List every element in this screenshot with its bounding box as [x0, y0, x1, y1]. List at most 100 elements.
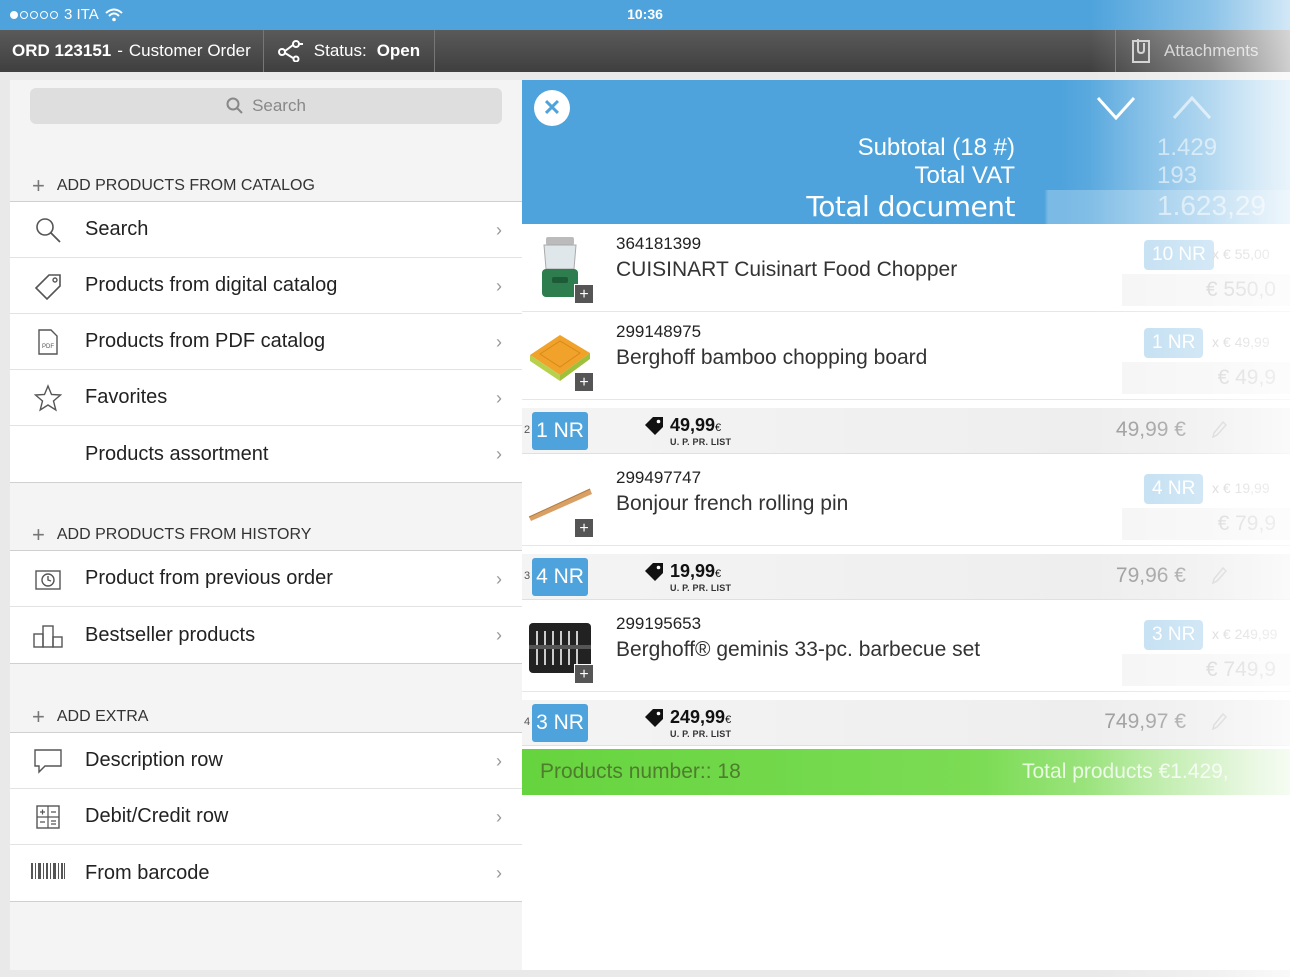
product-detail-row[interactable]: 4 3 NR 249,99€ U. P. PR. LIST 749,97 € — [522, 700, 1290, 746]
status-button[interactable]: Status: Open — [264, 30, 436, 72]
menu-item-debit-credit-row[interactable]: Debit/Credit row › — [10, 789, 522, 845]
menu-item-label: Search — [85, 218, 149, 240]
menu-item-from-barcode[interactable]: From barcode › — [10, 845, 522, 901]
menu-item-favorites[interactable]: Favorites › — [10, 370, 522, 426]
edit-icon[interactable] — [1211, 712, 1228, 735]
product-row[interactable]: + 299148975 Berghoff bamboo chopping boa… — [522, 312, 1290, 400]
unit-price-value: 19,99 — [670, 561, 716, 581]
history-menu: Product from previous order › Bestseller… — [10, 551, 522, 664]
add-icon[interactable]: + — [574, 372, 594, 392]
chevron-down-icon[interactable] — [1096, 94, 1136, 122]
chevron-right-icon: › — [496, 332, 502, 352]
product-name: Bonjour french rolling pin — [616, 492, 849, 515]
attachments-button[interactable]: Attachments — [1115, 30, 1290, 72]
order-separator: - — [117, 41, 123, 60]
product-name: Berghoff® geminis 33-pc. barbecue set — [616, 638, 981, 661]
menu-item-label: Products assortment — [85, 442, 269, 465]
line-total: 79,96 € — [1115, 564, 1186, 587]
menu-item-description-row[interactable]: Description row › — [10, 733, 522, 789]
currency: € — [715, 422, 722, 434]
add-icon[interactable]: + — [574, 664, 594, 684]
menu-item-bestseller[interactable]: Bestseller products › — [10, 607, 522, 663]
chevron-right-icon: › — [496, 863, 502, 883]
plus-icon: + — [32, 172, 45, 198]
price-list-note: U. P. PR. LIST — [670, 437, 732, 447]
total-label: Total document — [806, 190, 1015, 223]
price-list-note: U. P. PR. LIST — [670, 583, 732, 593]
add-icon[interactable]: + — [574, 284, 594, 304]
price-list-note: U. P. PR. LIST — [670, 729, 732, 739]
search-icon — [10, 216, 85, 244]
close-button[interactable]: ✕ — [534, 90, 570, 126]
menu-item-label: Favorites — [85, 386, 168, 408]
unit-price: 19,99€ U. P. PR. LIST — [644, 562, 731, 593]
chevron-right-icon: › — [496, 444, 502, 464]
chevron-right-icon: › — [496, 751, 502, 771]
menu-item-label: Product from previous order — [85, 567, 333, 589]
close-icon: ✕ — [542, 95, 562, 120]
product-name: CUISINART Cuisinart Food Chopper — [616, 258, 958, 281]
product-name: Berghoff bamboo chopping board — [616, 346, 928, 369]
calculator-icon — [10, 804, 85, 830]
unit-price-value: 49,99 — [670, 415, 716, 435]
subtotal-label: Subtotal (18 #) — [857, 134, 1015, 161]
chevron-right-icon: › — [496, 220, 502, 240]
quantity-button[interactable]: 3 NR — [532, 704, 588, 742]
subtotal-value: 1.429 — [1157, 134, 1218, 161]
edit-icon[interactable] — [1211, 566, 1228, 589]
quantity-badge: 1 NR — [1144, 328, 1204, 358]
extra-menu: Description row › Debit/Credit row › Fro… — [10, 733, 522, 902]
total-value: 1.623,29 — [1157, 190, 1266, 221]
product-detail-row[interactable]: 3 4 NR 19,99€ U. P. PR. LIST 79,96 € — [522, 554, 1290, 600]
star-icon — [10, 383, 85, 412]
search-input[interactable]: Search — [30, 88, 502, 124]
line-price: € 550,0 — [1205, 278, 1276, 301]
order-title-bar: ORD 123151 - Customer Order Status: Open… — [0, 30, 1290, 72]
product-code: 299497747 — [616, 468, 702, 487]
chevron-up-icon[interactable] — [1172, 94, 1212, 122]
menu-item-digital-catalog[interactable]: Products from digital catalog › — [10, 258, 522, 314]
product-detail-row[interactable]: 2 1 NR 49,99€ U. P. PR. LIST 49,99 € — [522, 408, 1290, 454]
quantity-button[interactable]: 1 NR — [532, 412, 588, 450]
products-number: Products number:: 18 — [540, 760, 741, 783]
product-code: 299195653 — [616, 614, 702, 633]
barcode-icon — [10, 862, 85, 884]
search-icon — [226, 97, 243, 114]
add-products-panel: Search + ADD PRODUCTS FROM CATALOG Searc… — [10, 80, 522, 970]
quantity-button[interactable]: 4 NR — [532, 558, 588, 596]
chevron-right-icon: › — [496, 276, 502, 296]
section-title: ADD PRODUCTS FROM CATALOG — [56, 176, 315, 194]
menu-item-label: From barcode — [85, 861, 210, 884]
order-type: Customer Order — [128, 41, 251, 60]
menu-item-products-assortment[interactable]: Products assortment › — [10, 426, 522, 482]
order-summary: ✕ Subtotal (18 #) Total VAT Total docume… — [522, 80, 1290, 224]
unit-price-multiplier: x € 19,99 — [1212, 480, 1270, 496]
menu-item-label: Products from digital catalog — [85, 274, 338, 296]
products-total-bar: Products number:: 18 Total products €1.4… — [522, 749, 1290, 795]
menu-item-pdf-catalog[interactable]: PDF Products from PDF catalog › — [10, 314, 522, 370]
menu-item-label: Debit/Credit row — [85, 805, 229, 827]
clock: 10:36 — [627, 6, 663, 22]
row-index: 4 — [524, 716, 531, 728]
catalog-menu: Search › Products from digital catalog ›… — [10, 202, 522, 483]
product-code: 299148975 — [616, 322, 702, 341]
add-icon[interactable]: + — [574, 518, 594, 538]
chevron-right-icon: › — [496, 625, 502, 645]
product-code: 364181399 — [616, 234, 702, 253]
menu-item-previous-order[interactable]: Product from previous order › — [10, 551, 522, 607]
product-row[interactable]: + 299497747 Bonjour french rolling pin 4… — [522, 458, 1290, 546]
line-price: € 49,9 — [1217, 366, 1276, 389]
price-tag-icon — [645, 709, 663, 727]
quantity-badge: 10 NR — [1144, 240, 1214, 270]
edit-icon[interactable] — [1211, 420, 1228, 443]
product-row[interactable]: + 299195653 Berghoff® geminis 33-pc. bar… — [522, 604, 1290, 692]
unit-price-multiplier: x € 249,99 — [1212, 626, 1278, 642]
product-row[interactable]: + 364181399 CUISINART Cuisinart Food Cho… — [522, 224, 1290, 312]
section-catalog-header: + ADD PRODUCTS FROM CATALOG — [10, 170, 522, 202]
status-value: Open — [376, 41, 421, 60]
clock-icon — [10, 567, 85, 591]
unit-price-value: 249,99 — [670, 707, 726, 727]
menu-item-search[interactable]: Search › — [10, 202, 522, 258]
order-lines-panel: ✕ Subtotal (18 #) Total VAT Total docume… — [522, 80, 1290, 970]
unit-price: 49,99€ U. P. PR. LIST — [644, 416, 731, 447]
